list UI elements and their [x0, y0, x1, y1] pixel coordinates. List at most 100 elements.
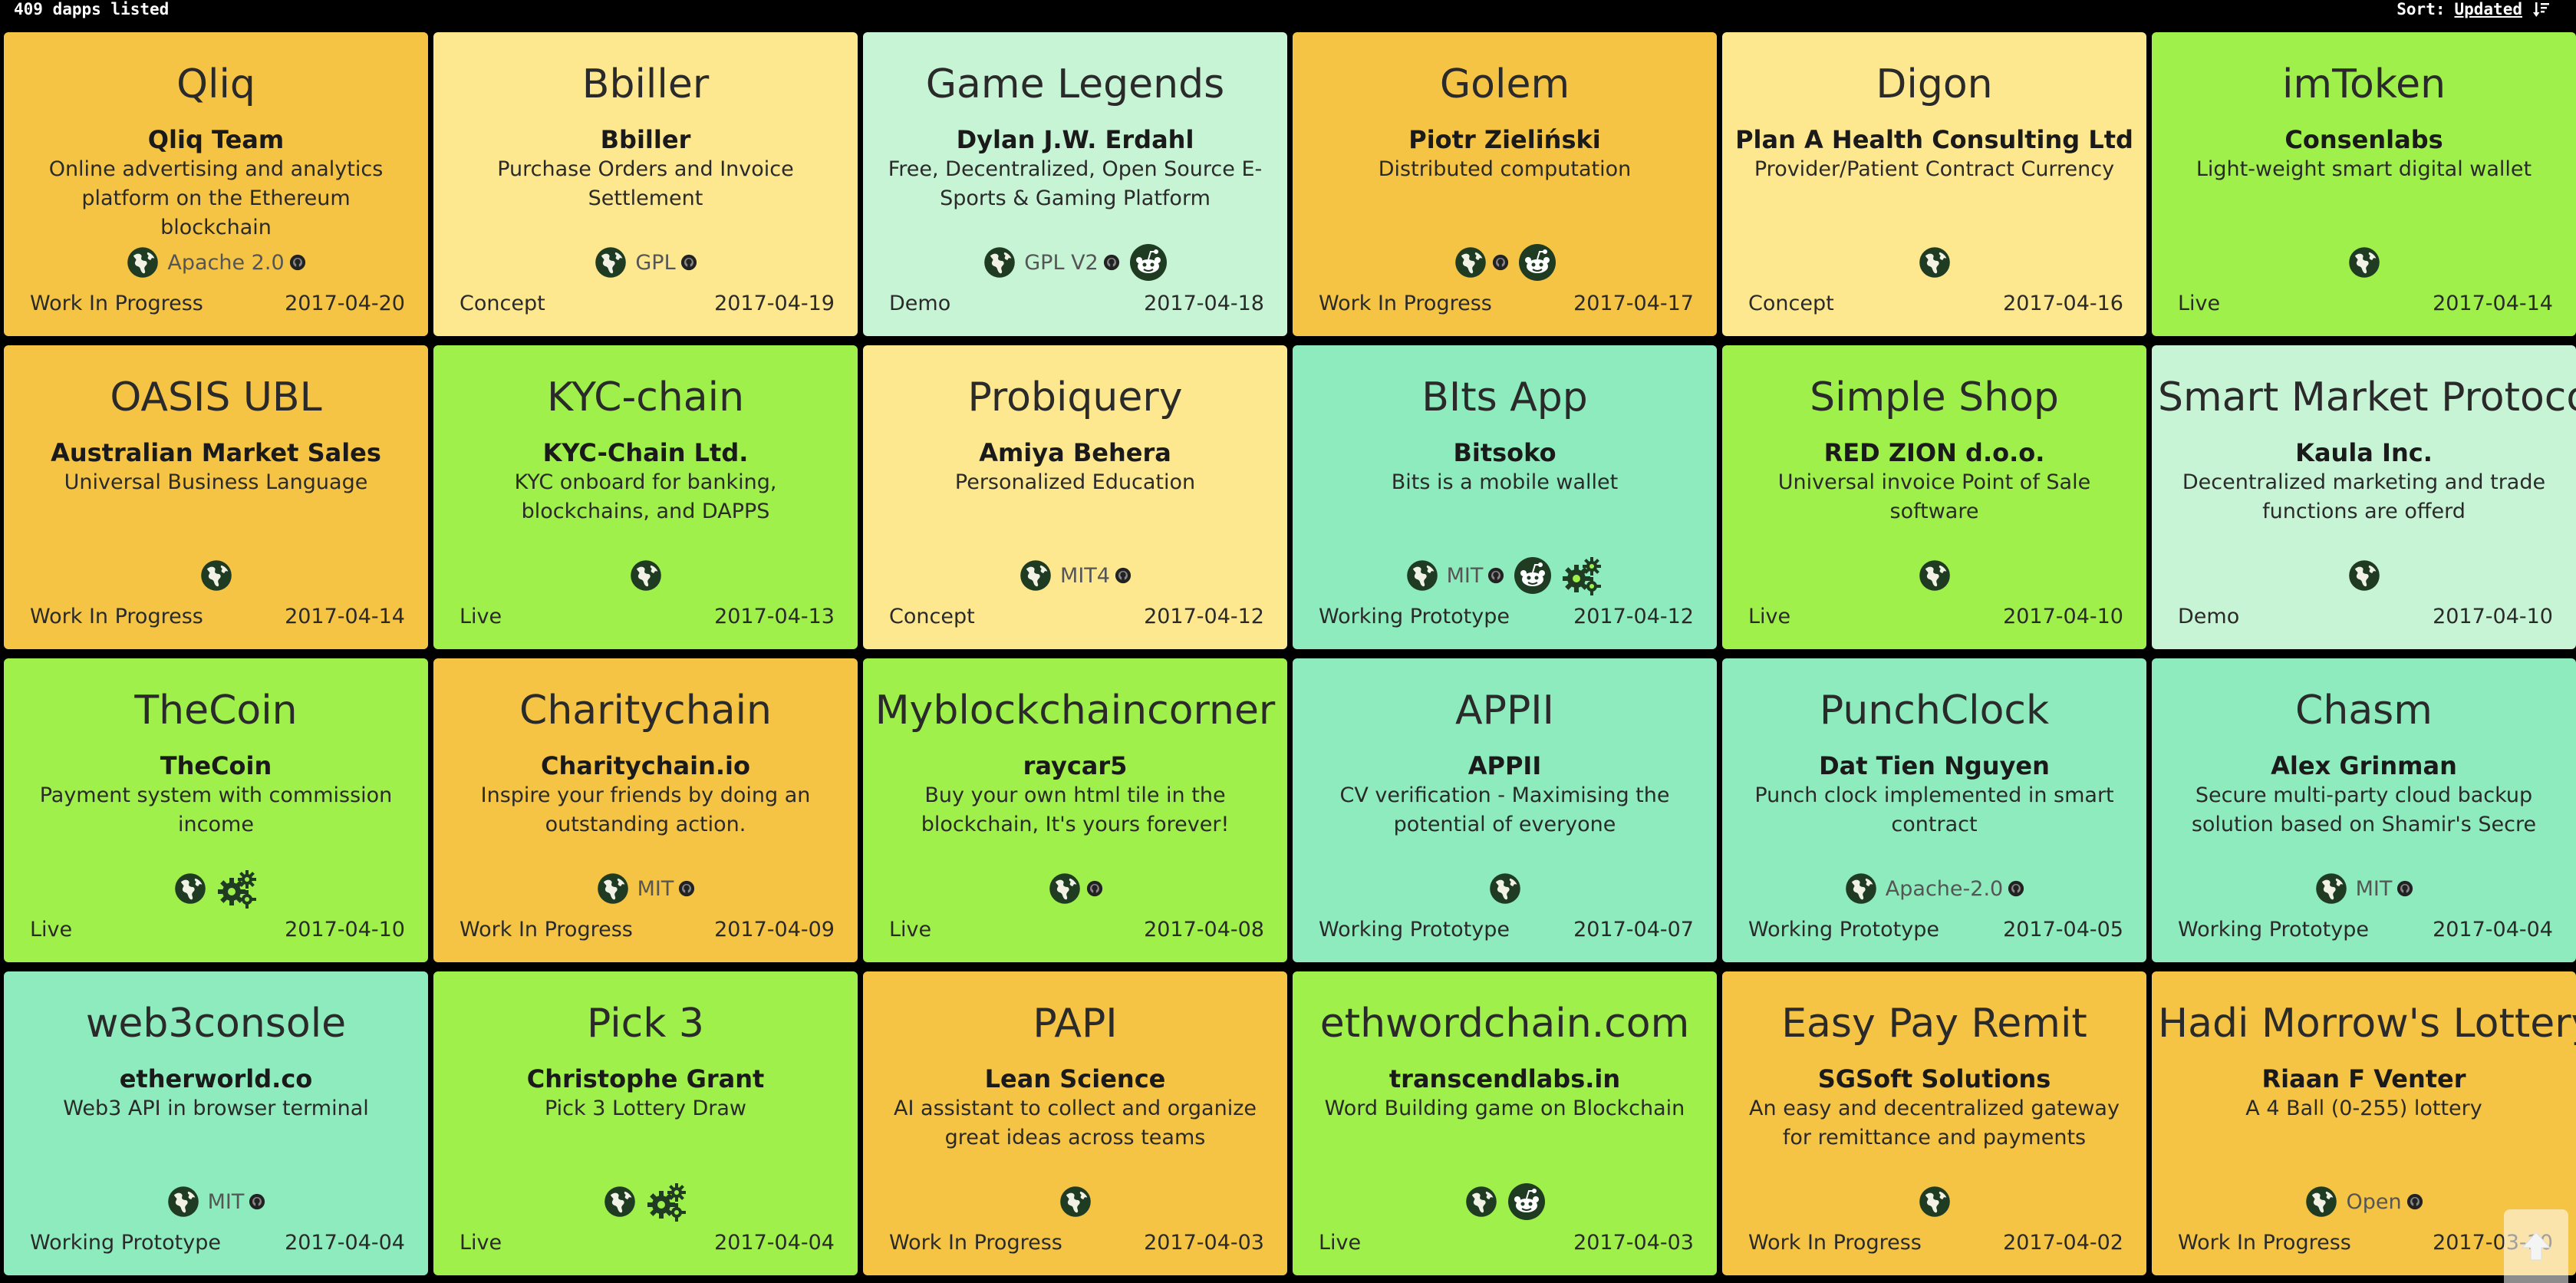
globe-icon[interactable]: [1918, 1185, 1952, 1219]
globe-icon[interactable]: [1019, 559, 1052, 592]
globe-icon[interactable]: [1454, 246, 1487, 279]
dapp-name[interactable]: PunchClock: [1728, 688, 2140, 734]
globe-icon[interactable]: [1048, 872, 1082, 905]
dapp-name[interactable]: Hadi Morrow's Lottery: [2158, 1001, 2576, 1047]
dapp-card[interactable]: ethwordchain.com transcendlabs.in Word Bui…: [1293, 971, 1717, 1275]
globe-icon[interactable]: [1488, 872, 1522, 905]
globe-icon[interactable]: [603, 1185, 637, 1219]
gears-icon[interactable]: [1561, 554, 1604, 597]
sort-control[interactable]: Sort: Updated: [2396, 0, 2550, 18]
dapp-card[interactable]: Charitychain Charitychain.io Inspire your …: [433, 658, 858, 962]
dapp-name[interactable]: BIts App: [1299, 374, 1711, 421]
dapp-name[interactable]: Golem: [1299, 61, 1711, 107]
github-icon[interactable]: [249, 1193, 265, 1210]
github-icon[interactable]: [1487, 567, 1504, 584]
github-icon[interactable]: [289, 254, 306, 271]
dapp-name[interactable]: OASIS UBL: [10, 374, 422, 421]
dapp-name[interactable]: web3console: [10, 1001, 422, 1047]
dapp-name[interactable]: Charitychain: [440, 688, 852, 734]
dapp-card[interactable]: APPII APPII CV verification - Maximising t…: [1293, 658, 1717, 962]
dapp-date: 2017-04-12: [1144, 605, 1264, 628]
reddit-icon[interactable]: [1518, 243, 1556, 282]
dapp-card[interactable]: Easy Pay Remit SGSoft Solutions An easy an…: [1722, 971, 2146, 1275]
github-icon[interactable]: [2396, 880, 2413, 897]
gears-icon[interactable]: [646, 1180, 689, 1223]
globe-icon[interactable]: [2347, 559, 2381, 592]
globe-icon[interactable]: [1059, 1185, 1092, 1219]
dapp-name[interactable]: Digon: [1728, 61, 2140, 107]
dapp-name[interactable]: imToken: [2158, 61, 2570, 107]
dapp-name[interactable]: Game Legends: [869, 61, 1281, 107]
dapp-description: Decentralized marketing and trade functi…: [2182, 470, 2546, 523]
globe-icon[interactable]: [126, 246, 160, 279]
dapp-card[interactable]: Qliq Qliq Team Online advertising and anal…: [4, 32, 428, 336]
dapp-card[interactable]: OASIS UBL Australian Market Sales Universa…: [4, 345, 428, 649]
scroll-to-top-button[interactable]: [2504, 1209, 2568, 1283]
dapp-author: Lean Science: [984, 1064, 1166, 1093]
reddit-icon[interactable]: [1129, 243, 1168, 282]
dapp-card[interactable]: Probiquery Amiya Behera Personalized Educa…: [863, 345, 1287, 649]
sort-order-icon[interactable]: [2533, 1, 2550, 18]
dapp-name[interactable]: Probiquery: [869, 374, 1281, 421]
github-icon[interactable]: [2008, 880, 2024, 897]
license-label: Apache 2.0: [167, 250, 285, 275]
dapp-card[interactable]: Golem Piotr Zieliński Distributed computat…: [1293, 32, 1717, 336]
globe-icon[interactable]: [199, 559, 233, 592]
dapp-date: 2017-04-18: [1144, 292, 1264, 315]
github-icon[interactable]: [1103, 254, 1120, 271]
dapp-card[interactable]: PAPI Lean Science AI assistant to collect …: [863, 971, 1287, 1275]
dapp-card[interactable]: PunchClock Dat Tien Nguyen Punch clock imp…: [1722, 658, 2146, 962]
globe-icon[interactable]: [173, 872, 207, 905]
dapp-name[interactable]: Chasm: [2158, 688, 2570, 734]
globe-icon[interactable]: [594, 246, 628, 279]
dapp-card[interactable]: Bbiller Bbiller Purchase Orders and Invoic…: [433, 32, 858, 336]
dapp-card[interactable]: Pick 3 Christophe Grant Pick 3 Lottery Dra…: [433, 971, 858, 1275]
globe-icon[interactable]: [629, 559, 663, 592]
globe-icon[interactable]: [983, 246, 1016, 279]
dapp-name[interactable]: Myblockchaincorner: [869, 688, 1281, 734]
globe-icon[interactable]: [1405, 559, 1439, 592]
dapp-card[interactable]: Smart Market Protocol Kaula Inc. Decentral…: [2152, 345, 2576, 649]
gears-icon[interactable]: [216, 867, 259, 910]
dapp-name[interactable]: TheCoin: [10, 688, 422, 734]
dapp-name[interactable]: Bbiller: [440, 61, 852, 107]
dapp-card[interactable]: Simple Shop RED ZION d.o.o. Universal invo…: [1722, 345, 2146, 649]
dapp-card[interactable]: Digon Plan A Health Consulting Ltd Provide…: [1722, 32, 2146, 336]
github-icon[interactable]: [1115, 567, 1132, 584]
dapp-name[interactable]: Qliq: [10, 61, 422, 107]
dapp-name[interactable]: KYC-chain: [440, 374, 852, 421]
dapp-name[interactable]: Simple Shop: [1728, 374, 2140, 421]
globe-icon[interactable]: [1464, 1185, 1498, 1219]
github-icon[interactable]: [1086, 880, 1103, 897]
globe-icon[interactable]: [1844, 872, 1878, 905]
globe-icon[interactable]: [2314, 872, 2348, 905]
dapp-name[interactable]: APPII: [1299, 688, 1711, 734]
globe-icon[interactable]: [2347, 246, 2381, 279]
globe-icon[interactable]: [2304, 1185, 2338, 1219]
github-icon[interactable]: [680, 254, 697, 271]
dapp-card[interactable]: imToken Consenlabs Light-weight smart digi…: [2152, 32, 2576, 336]
dapp-description: Light-weight smart digital wallet: [2196, 157, 2532, 181]
github-icon[interactable]: [1492, 254, 1509, 271]
dapp-name[interactable]: PAPI: [869, 1001, 1281, 1047]
dapp-card[interactable]: KYC-chain KYC-Chain Ltd. KYC onboard for b…: [433, 345, 858, 649]
dapp-card[interactable]: web3console etherworld.co Web3 API in brow…: [4, 971, 428, 1275]
dapp-card[interactable]: Game Legends Dylan J.W. Erdahl Free, Decen…: [863, 32, 1287, 336]
globe-icon[interactable]: [1918, 559, 1952, 592]
dapp-name[interactable]: Smart Market Protocol: [2158, 374, 2576, 421]
dapp-name[interactable]: ethwordchain.com: [1299, 1001, 1711, 1047]
dapp-card[interactable]: Chasm Alex Grinman Secure multi-party clou…: [2152, 658, 2576, 962]
github-icon[interactable]: [2406, 1193, 2423, 1210]
globe-icon[interactable]: [596, 872, 630, 905]
sort-value[interactable]: Updated: [2454, 0, 2522, 18]
dapp-name[interactable]: Pick 3: [440, 1001, 852, 1047]
dapp-name[interactable]: Easy Pay Remit: [1728, 1001, 2140, 1047]
reddit-icon[interactable]: [1514, 556, 1552, 595]
reddit-icon[interactable]: [1507, 1182, 1546, 1221]
globe-icon[interactable]: [166, 1185, 200, 1219]
globe-icon[interactable]: [1918, 246, 1952, 279]
dapp-card[interactable]: Myblockchaincorner raycar5 Buy your own ht…: [863, 658, 1287, 962]
github-icon[interactable]: [678, 880, 695, 897]
dapp-card[interactable]: TheCoin TheCoin Payment system with commis…: [4, 658, 428, 962]
dapp-card[interactable]: BIts App Bitsoko Bits is a mobile wallet MI…: [1293, 345, 1717, 649]
